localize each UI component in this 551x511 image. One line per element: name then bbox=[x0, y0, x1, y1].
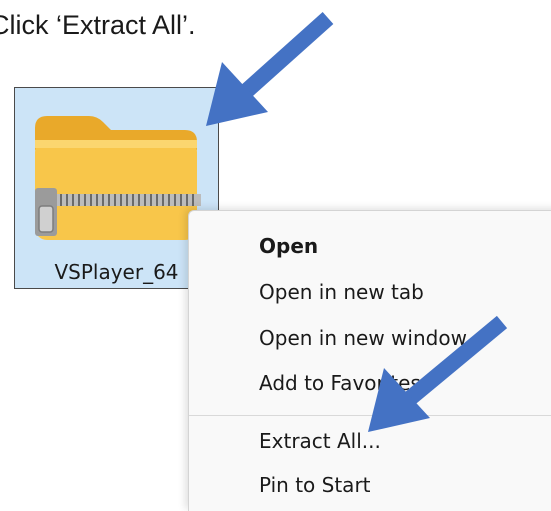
arrow-to-extract-icon bbox=[368, 315, 508, 432]
pointer-arrow-icon bbox=[206, 12, 508, 432]
arrow-to-file-icon bbox=[206, 12, 334, 126]
